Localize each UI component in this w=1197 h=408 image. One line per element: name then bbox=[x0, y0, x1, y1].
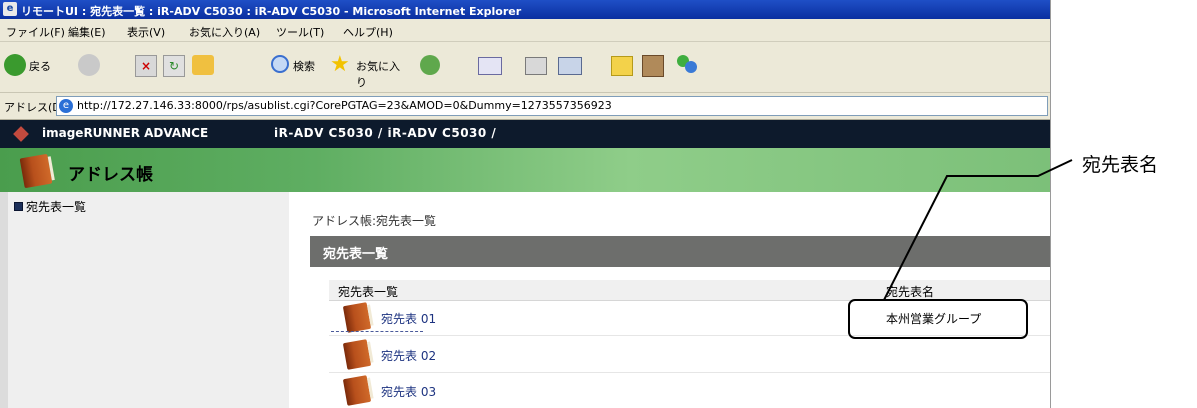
refresh-button[interactable]: ↻ bbox=[163, 51, 187, 79]
callout-label: 宛先表名 bbox=[1082, 154, 1159, 176]
back-arrow-icon bbox=[4, 54, 26, 76]
address-book-icon bbox=[342, 375, 374, 406]
device-model: iR-ADV C5030 / iR-ADV C5030 / bbox=[274, 126, 497, 140]
folder-icon bbox=[611, 56, 633, 76]
messenger-button[interactable] bbox=[675, 51, 701, 79]
star-icon: ★ bbox=[330, 52, 350, 77]
messenger-icon-2 bbox=[685, 61, 697, 73]
address-list-link[interactable]: 宛先表 01 bbox=[381, 310, 436, 327]
table-row: 宛先表 03 bbox=[329, 374, 1050, 408]
address-url: http://172.27.146.33:8000/rps/asublist.c… bbox=[77, 99, 612, 112]
search-label: 検索 bbox=[293, 60, 315, 73]
bullet-icon bbox=[14, 202, 23, 211]
printer-icon bbox=[525, 57, 547, 75]
menu-view[interactable]: 表示(V) bbox=[127, 24, 165, 40]
section-title: 宛先表一覧 bbox=[323, 247, 389, 262]
ie-page-icon: e bbox=[59, 99, 73, 113]
window-title: リモートUI : 宛先表一覧 : iR-ADV C5030 : iR-ADV C… bbox=[21, 5, 522, 18]
search-button[interactable]: 検索 bbox=[271, 51, 323, 79]
print-button[interactable] bbox=[525, 51, 551, 79]
address-list-link[interactable]: 宛先表 02 bbox=[381, 347, 436, 364]
history-button[interactable] bbox=[420, 51, 446, 79]
title-bar: e リモートUI : 宛先表一覧 : iR-ADV C5030 : iR-ADV… bbox=[0, 0, 1050, 19]
history-icon bbox=[420, 55, 440, 75]
table-row: 宛先表 02 bbox=[329, 338, 1050, 373]
address-list-link[interactable]: 宛先表 03 bbox=[381, 383, 436, 400]
menu-bar: ファイル(F) 編集(E) 表示(V) お気に入り(A) ツール(T) ヘルプ(… bbox=[0, 19, 1050, 42]
mail-button[interactable] bbox=[478, 51, 514, 79]
menu-edit[interactable]: 編集(E) bbox=[68, 24, 106, 40]
sidebar: 宛先表一覧 bbox=[0, 192, 289, 408]
edit-icon bbox=[558, 57, 582, 75]
research-button[interactable] bbox=[642, 51, 668, 79]
address-input[interactable]: e http://172.27.146.33:8000/rps/asublist… bbox=[56, 96, 1048, 116]
search-icon bbox=[271, 55, 289, 73]
address-book-icon bbox=[19, 153, 55, 189]
address-book-icon bbox=[342, 302, 374, 333]
back-label: 戻る bbox=[29, 60, 51, 73]
column-header-list: 宛先表一覧 bbox=[338, 285, 399, 299]
stop-icon: × bbox=[135, 55, 157, 77]
sidebar-item-address-lists[interactable]: 宛先表一覧 bbox=[26, 198, 86, 215]
section-header: 宛先表一覧 bbox=[310, 236, 1050, 267]
menu-help[interactable]: ヘルプ(H) bbox=[343, 24, 393, 40]
page-title: アドレス帳 bbox=[68, 165, 153, 185]
page-header: アドレス帳 bbox=[0, 148, 1050, 192]
address-book-icon bbox=[342, 339, 374, 370]
toolbar: 戻る × ↻ 検索 ★ お気に入り bbox=[0, 42, 1050, 93]
canon-cube-icon bbox=[13, 126, 29, 142]
favorites-button[interactable]: ★ お気に入り bbox=[330, 51, 410, 89]
favorites-label: お気に入り bbox=[356, 60, 400, 89]
browser-window: e リモートUI : 宛先表一覧 : iR-ADV C5030 : iR-ADV… bbox=[0, 0, 1051, 408]
address-bar: アドレス(D) e http://172.27.146.33:8000/rps/… bbox=[0, 93, 1050, 120]
home-icon bbox=[192, 55, 214, 75]
device-header: imageRUNNER ADVANCE iR-ADV C5030 / iR-AD… bbox=[0, 120, 1050, 148]
menu-file[interactable]: ファイル(F) bbox=[6, 24, 65, 40]
menu-tools[interactable]: ツール(T) bbox=[276, 24, 324, 40]
discuss-button[interactable] bbox=[611, 51, 637, 79]
research-icon bbox=[642, 55, 664, 77]
menu-favorites[interactable]: お気に入り(A) bbox=[189, 24, 260, 40]
breadcrumb: アドレス帳:宛先表一覧 bbox=[312, 214, 437, 228]
back-button[interactable]: 戻る bbox=[4, 51, 64, 79]
refresh-icon: ↻ bbox=[163, 55, 185, 77]
table-header: 宛先表一覧 宛先表名 bbox=[329, 280, 1050, 301]
link-underline bbox=[331, 331, 423, 332]
mail-icon bbox=[478, 57, 502, 75]
stop-button[interactable]: × bbox=[135, 51, 159, 79]
edit-button[interactable] bbox=[558, 51, 594, 79]
forward-button[interactable] bbox=[78, 51, 118, 79]
product-name: imageRUNNER ADVANCE bbox=[42, 126, 209, 140]
callout-highlight-box bbox=[848, 299, 1028, 339]
ie-window-icon: e bbox=[3, 2, 17, 16]
home-button[interactable] bbox=[192, 51, 220, 79]
forward-arrow-icon bbox=[78, 54, 100, 76]
column-header-name: 宛先表名 bbox=[886, 285, 935, 299]
